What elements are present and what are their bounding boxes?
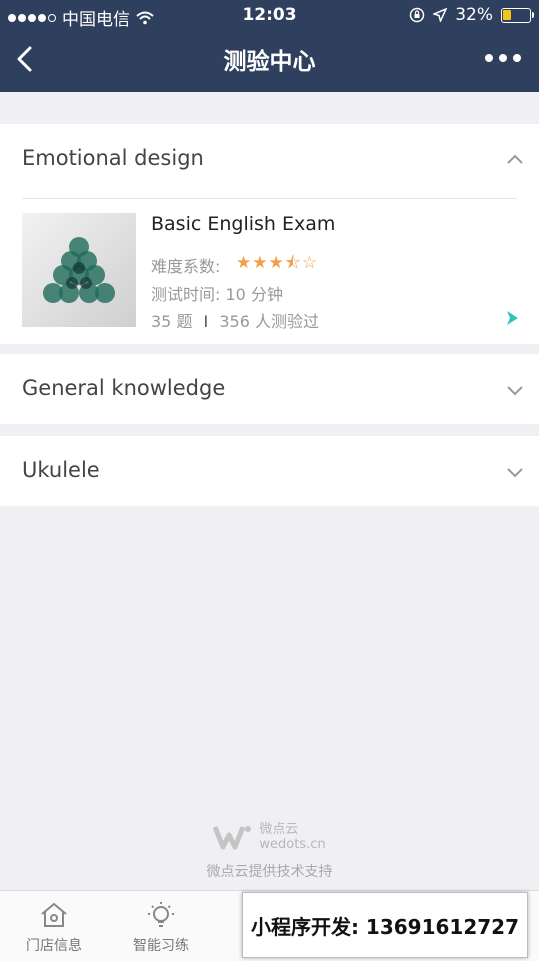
promo-banner: 小程序开发: 13691612727 [242, 892, 528, 958]
test-time-value: 10 分钟 [225, 285, 283, 304]
tab-label: 门店信息 [26, 938, 82, 954]
wedots-logo-icon [213, 826, 252, 850]
test-time-label: 测试时间: [151, 285, 221, 304]
more-icon[interactable] [485, 54, 521, 62]
stats-separator: I [203, 312, 209, 331]
status-bar: 中国电信 12:03 32% [0, 0, 539, 30]
chevron-up-icon[interactable] [505, 150, 525, 170]
section-divider [22, 198, 517, 199]
section-ukulele[interactable]: Ukulele [0, 436, 539, 506]
top-bar: 中国电信 12:03 32% 测验中心 [0, 0, 539, 92]
exam-stats-row: 35 题 I 356 人测验过 [151, 308, 319, 332]
home-icon [41, 902, 67, 927]
chevron-down-icon[interactable] [505, 462, 525, 482]
battery-icon [501, 7, 534, 23]
section-title: Emotional design [22, 146, 204, 170]
location-icon [433, 8, 448, 22]
section-header[interactable]: General knowledge [0, 354, 539, 424]
participant-count: 356 人测验过 [219, 312, 319, 331]
exam-cover-image [43, 237, 115, 303]
section-header[interactable]: Ukulele [0, 436, 539, 506]
tab-store-info[interactable]: 门店信息 [9, 901, 99, 955]
tab-label: 智能习练 [133, 938, 189, 954]
brand-url: wedots.cn [259, 837, 326, 852]
exam-title[interactable]: Basic English Exam [151, 213, 335, 235]
brand-name: 微点云 [259, 822, 299, 837]
battery-percent: 32% [455, 5, 493, 25]
section-general-knowledge[interactable]: General knowledge [0, 354, 539, 424]
question-count: 35 题 [151, 312, 193, 331]
difficulty-stars: ★★★⯪☆ [236, 253, 319, 273]
exam-thumbnail[interactable] [22, 213, 136, 327]
play-arrow-icon[interactable] [505, 310, 519, 326]
section-title: General knowledge [22, 376, 226, 400]
footer-brand: 微点云 wedots.cn [0, 822, 539, 854]
rotation-lock-icon [409, 7, 425, 23]
tech-support-text: 微点云提供技术支持 [206, 864, 333, 880]
section-header[interactable]: Emotional design [0, 124, 539, 194]
section-title: Ukulele [22, 458, 100, 482]
status-right: 32% [409, 5, 534, 25]
page-title: 测验中心 [223, 49, 316, 75]
test-time-row: 测试时间: 10 分钟 [151, 281, 283, 305]
lightbulb-icon [148, 902, 174, 927]
tab-smart-practice[interactable]: 智能习练 [116, 901, 206, 955]
difficulty-label: 难度系数: [151, 257, 221, 276]
chevron-down-icon[interactable] [505, 380, 525, 400]
